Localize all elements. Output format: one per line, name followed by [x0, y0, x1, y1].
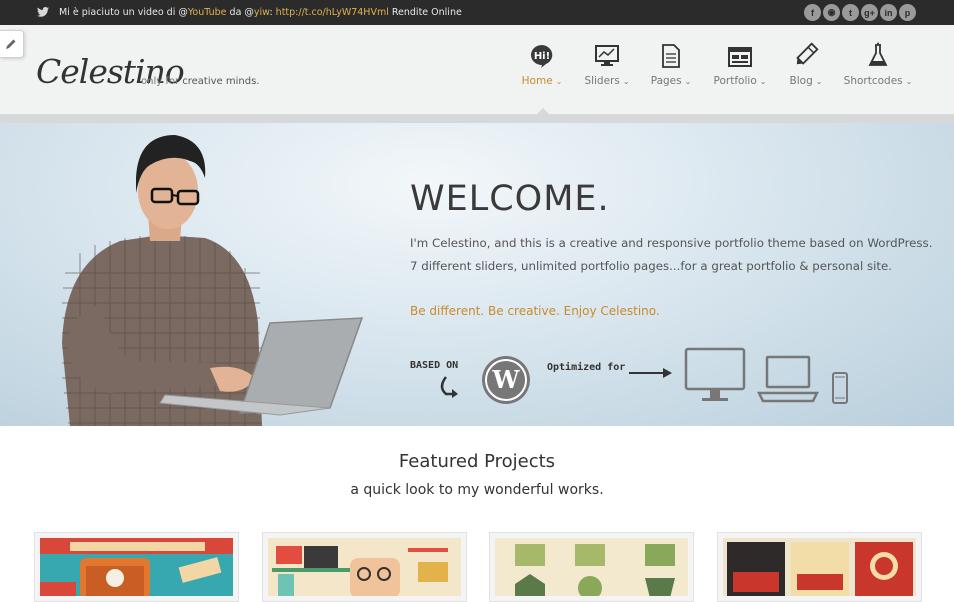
chevron-down-icon: ⌄ — [555, 77, 563, 86]
svg-text:Hi!: Hi! — [534, 51, 550, 62]
chevron-down-icon: ⌄ — [622, 77, 630, 86]
rss-icon[interactable]: ◉ — [823, 4, 840, 21]
nav-item-sliders[interactable]: Sliders ⌄ — [571, 42, 643, 87]
wordpress-logo-icon: W — [482, 356, 530, 404]
nav-item-blog[interactable]: Blog ⌄ — [770, 42, 842, 87]
hero-tagline: Be different. Be creative. Enjoy Celesti… — [410, 304, 660, 318]
tagline-emphasis: creative minds. — [182, 76, 260, 87]
style-switcher-tab[interactable] — [0, 30, 24, 58]
pencil-icon — [796, 42, 819, 65]
latest-tweet: Mi è piaciuto un video di @YouTube da @y… — [59, 7, 462, 18]
food-posters-illustration-image — [727, 542, 913, 596]
chevron-down-icon: ⌄ — [759, 77, 767, 86]
svg-text:W: W — [492, 365, 521, 394]
facebook-icon[interactable]: f — [804, 4, 821, 21]
flask-icon — [868, 42, 888, 66]
chevron-down-icon: ⌄ — [684, 77, 692, 86]
hero-text-line-2: 7 different sliders, unlimited portfolio… — [410, 259, 893, 273]
travel-illustration-image — [40, 538, 233, 596]
googleplus-icon[interactable]: g+ — [861, 4, 878, 21]
nav-item-home[interactable]: Hi! Home ⌄ — [506, 42, 578, 87]
twitter-icon[interactable]: t — [842, 4, 859, 21]
nav-label-sliders: Sliders — [584, 75, 620, 87]
badges-illustration-image — [515, 544, 675, 596]
hi-bubble-icon: Hi! — [531, 45, 553, 68]
hero-text-line-1: I'm Celestino, and this is a creative an… — [410, 236, 933, 250]
social-links: f ◉ t g+ in p — [804, 4, 916, 21]
based-on-label: BASED ON — [410, 360, 459, 371]
tweet-text: Mi è piaciuto un video di @ — [59, 7, 188, 18]
nav-label-portfolio: Portfolio — [713, 75, 757, 87]
header-divider — [0, 115, 954, 123]
document-icon — [662, 44, 680, 68]
nav-label-home: Home — [521, 75, 553, 87]
linkedin-icon[interactable]: in — [880, 4, 897, 21]
curved-arrow-icon — [440, 376, 458, 398]
top-bar: Mi è piaciuto un video di @YouTube da @y… — [0, 0, 954, 25]
tagline-text: only for — [141, 76, 183, 87]
tweet-link[interactable]: http://t.co/hLyW74HVml — [276, 7, 389, 18]
smartphone-icon — [832, 372, 848, 404]
tweet-suffix: Rendite Online — [388, 7, 462, 18]
project-thumbnail-badges[interactable] — [489, 532, 694, 602]
workspace-illustration-image — [272, 546, 448, 596]
man-with-laptop-image — [62, 135, 364, 426]
project-thumbnail-food[interactable] — [717, 532, 922, 602]
pencil-icon — [6, 39, 16, 49]
chevron-down-icon: ⌄ — [905, 77, 913, 86]
nav-item-shortcodes[interactable]: Shortcodes ⌄ — [842, 42, 914, 87]
twitter-bird-icon — [37, 6, 49, 20]
hero-slider: WELCOME. I'm Celestino, and this is a cr… — [0, 123, 954, 426]
site-tagline: only for creative minds. — [141, 76, 259, 87]
tweet-text-mid: da @ — [226, 7, 254, 18]
monitor-chart-icon — [595, 45, 619, 66]
tweet-mention-user[interactable]: yiw — [254, 7, 270, 18]
project-thumbnail-travel[interactable] — [34, 532, 239, 602]
pinterest-icon[interactable]: p — [899, 4, 916, 21]
nav-item-portfolio[interactable]: Portfolio ⌄ — [704, 42, 776, 87]
nav-label-pages: Pages — [650, 75, 682, 87]
optimized-for-label: Optimized for — [547, 362, 626, 373]
project-thumbnail-workspace[interactable] — [262, 532, 467, 602]
tweet-mention-youtube[interactable]: YouTube — [188, 7, 227, 18]
hero-title: WELCOME. — [410, 179, 610, 219]
arrow-right-icon — [629, 368, 672, 378]
desktop-monitor-icon — [684, 347, 746, 401]
nav-label-shortcodes: Shortcodes — [843, 75, 903, 87]
featured-projects-title: Featured Projects — [398, 451, 556, 472]
nav-item-pages[interactable]: Pages ⌄ — [635, 42, 707, 87]
laptop-icon — [757, 355, 819, 403]
active-nav-indicator — [536, 108, 550, 115]
layout-icon — [728, 47, 752, 67]
featured-projects-subtitle: a quick look to my wonderful works. — [350, 482, 604, 498]
chevron-down-icon: ⌄ — [815, 77, 823, 86]
nav-label-blog: Blog — [789, 75, 813, 87]
